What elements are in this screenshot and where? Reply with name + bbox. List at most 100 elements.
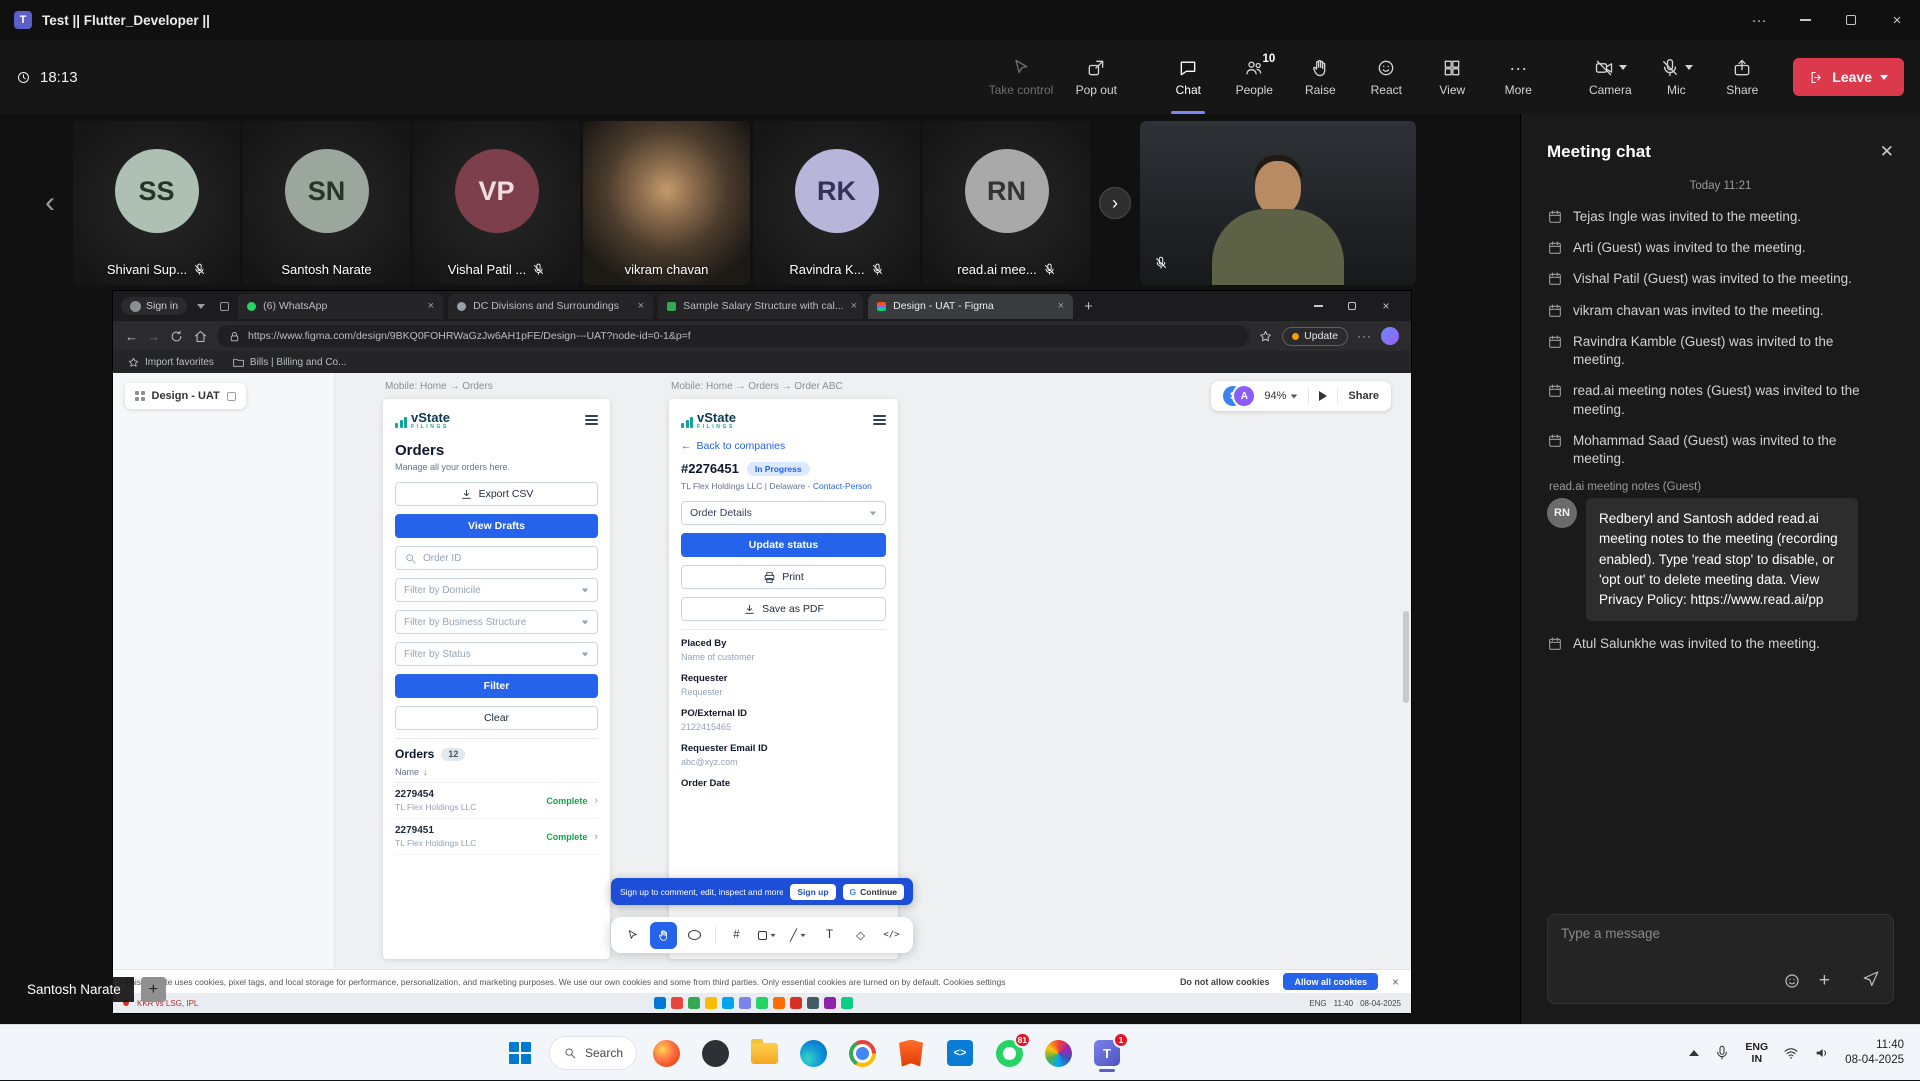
tab-close-icon[interactable]: ×: [638, 300, 644, 312]
app-icon[interactable]: [824, 997, 836, 1009]
component-tool-button[interactable]: ◇: [847, 922, 874, 949]
save-as-pdf-button[interactable]: Save as PDF: [681, 597, 886, 621]
tab-close-icon[interactable]: ×: [1058, 300, 1064, 312]
tray-expand-icon[interactable]: [1689, 1050, 1699, 1056]
chat-message-list[interactable]: Tejas Ingle was invited to the meeting. …: [1521, 208, 1920, 914]
continue-with-google-button[interactable]: G Continue: [843, 884, 904, 900]
app-icon[interactable]: [705, 997, 717, 1009]
window-more-button[interactable]: ···: [1736, 0, 1782, 40]
more-button[interactable]: ··· More: [1485, 40, 1551, 114]
close-button[interactable]: ×: [1874, 0, 1920, 40]
text-tool-button[interactable]: T: [816, 922, 843, 949]
refresh-icon[interactable]: [169, 329, 184, 344]
pen-tool-button[interactable]: ╱: [785, 922, 812, 949]
participant-tile-video[interactable]: vikram chavan: [583, 121, 750, 285]
clock-date[interactable]: 11:40 08-04-2025: [1845, 1038, 1904, 1068]
copy-icon[interactable]: [227, 392, 236, 401]
view-drafts-button[interactable]: View Drafts: [395, 514, 598, 538]
people-button[interactable]: 10 People: [1221, 40, 1287, 114]
participant-tile[interactable]: VP Vishal Patil ...: [413, 121, 580, 285]
view-button[interactable]: View: [1419, 40, 1485, 114]
app-icon[interactable]: [654, 997, 666, 1009]
camera-button[interactable]: Camera: [1577, 40, 1643, 114]
favorite-star-icon[interactable]: [1258, 329, 1273, 344]
chat-close-icon[interactable]: ✕: [1880, 142, 1894, 162]
filter-button[interactable]: Filter: [395, 674, 598, 698]
order-row[interactable]: 2279454 TL Flex Holdings LLC Complete ›: [395, 783, 598, 819]
app-icon[interactable]: [773, 997, 785, 1009]
deny-cookies-button[interactable]: Do not allow cookies: [1180, 977, 1270, 987]
home-icon[interactable]: [193, 329, 208, 344]
filter-domicile-select[interactable]: Filter by Domicile: [395, 578, 598, 602]
taskbar-app-firefox[interactable]: [646, 1033, 686, 1073]
tab-close-icon[interactable]: ×: [851, 300, 857, 312]
raise-hand-button[interactable]: Raise: [1287, 40, 1353, 114]
tab-layout-button[interactable]: [215, 302, 233, 311]
chat-button[interactable]: Chat: [1155, 40, 1221, 114]
browser-minimize-button[interactable]: [1301, 291, 1335, 321]
browser-maximize-button[interactable]: [1335, 291, 1369, 321]
name-column-header[interactable]: Name↓: [395, 767, 598, 783]
present-play-button[interactable]: [1319, 391, 1327, 401]
browser-update-button[interactable]: Update: [1282, 327, 1348, 346]
taskbar-app-whatsapp[interactable]: 81: [989, 1033, 1029, 1073]
taskbar-app-vscode[interactable]: <>: [940, 1033, 980, 1073]
frame-label[interactable]: Mobile: Home → Orders: [385, 381, 493, 392]
mic-button[interactable]: Mic: [1643, 40, 1709, 114]
maximize-button[interactable]: [1828, 0, 1874, 40]
minimize-button[interactable]: [1782, 0, 1828, 40]
favorites-folder-button[interactable]: Bills | Billing and Co...: [232, 356, 347, 369]
browser-close-button[interactable]: ×: [1369, 291, 1403, 321]
move-tool-button[interactable]: [619, 922, 646, 949]
dev-mode-button[interactable]: </>: [878, 922, 905, 949]
app-icon[interactable]: [722, 997, 734, 1009]
tab-search-button[interactable]: [192, 304, 210, 309]
order-id-search-input[interactable]: Order ID: [395, 546, 598, 570]
participant-tile[interactable]: SN Santosh Narate: [243, 121, 410, 285]
export-csv-button[interactable]: Export CSV: [395, 482, 598, 506]
filmstrip-prev-button[interactable]: ‹: [30, 186, 70, 220]
app-icon[interactable]: [756, 997, 768, 1009]
collaborator-avatar[interactable]: A: [1234, 386, 1254, 406]
filmstrip-next-button[interactable]: ›: [1099, 187, 1131, 219]
browser-tab-active[interactable]: Design - UAT - Figma ×: [868, 294, 1073, 319]
taskbar-app-teams[interactable]: T 1: [1087, 1033, 1127, 1073]
participant-tile[interactable]: SS Shivani Sup...: [73, 121, 240, 285]
order-details-select[interactable]: Order Details: [681, 501, 886, 525]
canvas-scrollbar[interactable]: [1403, 611, 1409, 703]
back-to-companies-link[interactable]: ← Back to companies: [681, 440, 886, 452]
print-button[interactable]: Print: [681, 565, 886, 589]
forward-button[interactable]: →: [147, 329, 160, 344]
language-switcher[interactable]: ENG IN: [1745, 1041, 1768, 1065]
pop-out-button[interactable]: Pop out: [1063, 40, 1129, 114]
filter-status-select[interactable]: Filter by Status: [395, 642, 598, 666]
participant-tile[interactable]: RN read.ai mee...: [923, 121, 1090, 285]
taskbar-search[interactable]: Search: [549, 1036, 637, 1070]
figma-file-chip[interactable]: Design - UAT: [125, 383, 246, 409]
browser-tab[interactable]: Sample Salary Structure with cal... ×: [658, 294, 863, 319]
app-icon[interactable]: [688, 997, 700, 1009]
emoji-icon[interactable]: [1783, 972, 1801, 990]
wifi-icon[interactable]: [1783, 1045, 1799, 1061]
browser-menu-button[interactable]: ···: [1357, 329, 1372, 343]
share-button[interactable]: Share: [1709, 40, 1775, 114]
take-control-button[interactable]: Take control: [979, 40, 1064, 114]
pin-presenter-button[interactable]: +: [141, 977, 166, 1002]
zoom-control[interactable]: 94%: [1264, 390, 1298, 402]
sign-up-button[interactable]: Sign up: [790, 884, 835, 900]
leave-dropdown-chevron-icon[interactable]: [1880, 75, 1888, 80]
mic-dropdown-chevron-icon[interactable]: [1685, 65, 1693, 70]
hamburger-menu-icon[interactable]: [873, 411, 886, 425]
import-favorites-button[interactable]: Import favorites: [127, 356, 214, 369]
send-icon[interactable]: [1862, 969, 1880, 987]
cookie-close-icon[interactable]: ×: [1392, 975, 1399, 989]
app-icon[interactable]: [739, 997, 751, 1009]
clear-button[interactable]: Clear: [395, 706, 598, 730]
frame-label[interactable]: Mobile: Home → Orders → Order ABC: [671, 381, 843, 392]
tab-close-icon[interactable]: ×: [428, 300, 434, 312]
attach-plus-icon[interactable]: +: [1819, 971, 1830, 990]
shape-tool-button[interactable]: [754, 922, 781, 949]
url-bar[interactable]: https://www.figma.com/design/9BKQ0FOHRWa…: [217, 325, 1249, 347]
figma-share-button[interactable]: Share: [1348, 390, 1379, 402]
taskbar-app-edge[interactable]: [793, 1033, 833, 1073]
